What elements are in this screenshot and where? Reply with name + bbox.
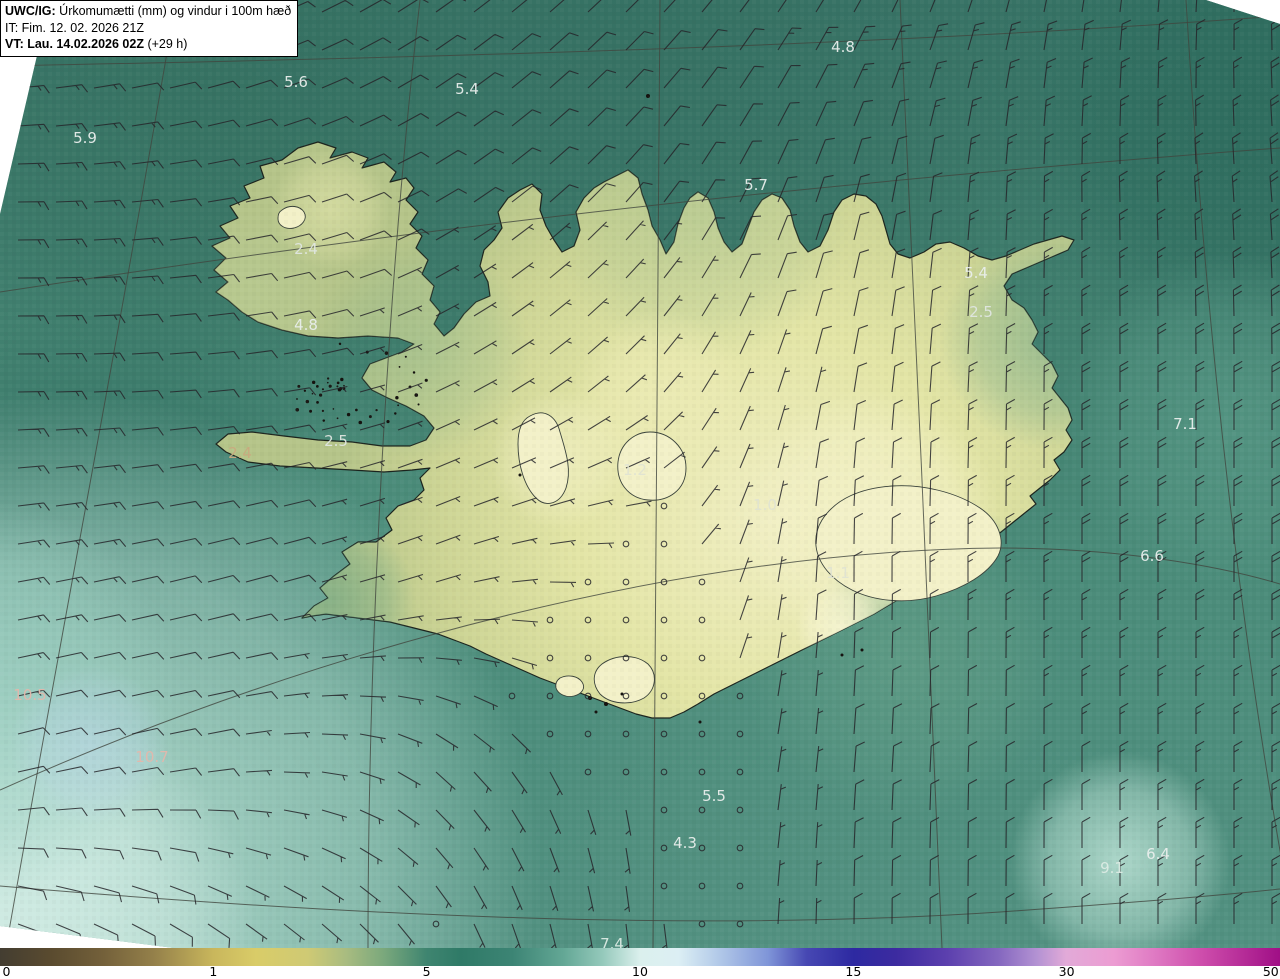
contour-label: 10.7 — [135, 748, 168, 766]
product-code: UWC/IG: — [5, 4, 56, 18]
contour-label: 5.4 — [964, 264, 988, 282]
contour-label: 4.8 — [831, 38, 855, 56]
contour-label: 4.8 — [294, 316, 318, 334]
colorbar-tick-label: 1 — [209, 964, 218, 979]
precipitation-colorbar: 0 1 5 10 15 30 50 — [0, 948, 1280, 979]
colorbar-tick-label: 10 — [632, 964, 648, 979]
weather-map: 4.8 5.6 5.4 5.9 5.7 2.4 5.4 2.5 4.8 7.1 2.5 2.4 1.2 1… — [0, 0, 1280, 948]
contour-label: 1.0 — [753, 496, 777, 514]
title-line-product: UWC/IG: Úrkomumætti (mm) og vindur i 100… — [5, 3, 291, 20]
title-line-valid-time: VT: Lau. 14.02.2026 02Z (+29 h) — [5, 36, 291, 53]
product-title: Úrkomumætti (mm) og vindur i 100m hæð — [55, 4, 292, 18]
colorbar-tick-label: 30 — [1058, 964, 1075, 979]
contour-label: 6.6 — [1140, 547, 1164, 565]
contour-label: 5.7 — [744, 176, 768, 194]
contour-label: 2.5 — [324, 432, 348, 450]
colorbar-tick-labels: 0 1 5 10 15 30 50 — [0, 964, 1280, 979]
contour-label: 7.4 — [600, 935, 624, 948]
colorbar-tick-label: 0 — [2, 964, 11, 979]
valid-time: VT: Lau. 14.02.2026 02Z — [5, 37, 144, 51]
valid-time-offset: (+29 h) — [143, 37, 188, 51]
contour-label: 4.3 — [673, 834, 697, 852]
colorbar-tick-label: 5 — [422, 964, 431, 979]
contour-label: 7.1 — [1173, 415, 1197, 433]
contour-label: 5.6 — [284, 73, 308, 91]
contour-label: 5.5 — [702, 787, 726, 805]
weather-map-viewer: 4.8 5.6 5.4 5.9 5.7 2.4 5.4 2.5 4.8 7.1 2.5 2.4 1.2 1… — [0, 0, 1280, 979]
contour-label: 1.2 — [623, 461, 647, 479]
contour-label: 5.9 — [73, 129, 97, 147]
title-line-init-time: IT: Fim. 12. 02. 2026 21Z — [5, 20, 144, 35]
title-box: UWC/IG: Úrkomumætti (mm) og vindur i 100… — [0, 0, 299, 57]
contour-label: 2.4 — [228, 444, 252, 462]
contour-label: 9.1 — [1100, 859, 1124, 877]
colorbar-tick-label: 50 — [1262, 964, 1279, 979]
map-content: 4.8 5.6 5.4 5.9 5.7 2.4 5.4 2.5 4.8 7.1 2.5 2.4 1.2 1… — [0, 0, 1280, 948]
colorbar-tick-label: 15 — [845, 964, 862, 979]
contour-label: 2.4 — [294, 240, 318, 258]
contour-label: 2.5 — [969, 303, 993, 321]
contour-label: 6.4 — [1146, 845, 1170, 863]
contour-label: 5.4 — [455, 80, 479, 98]
contour-label: 10.5 — [13, 686, 46, 704]
contour-label: 1.1 — [826, 564, 850, 582]
